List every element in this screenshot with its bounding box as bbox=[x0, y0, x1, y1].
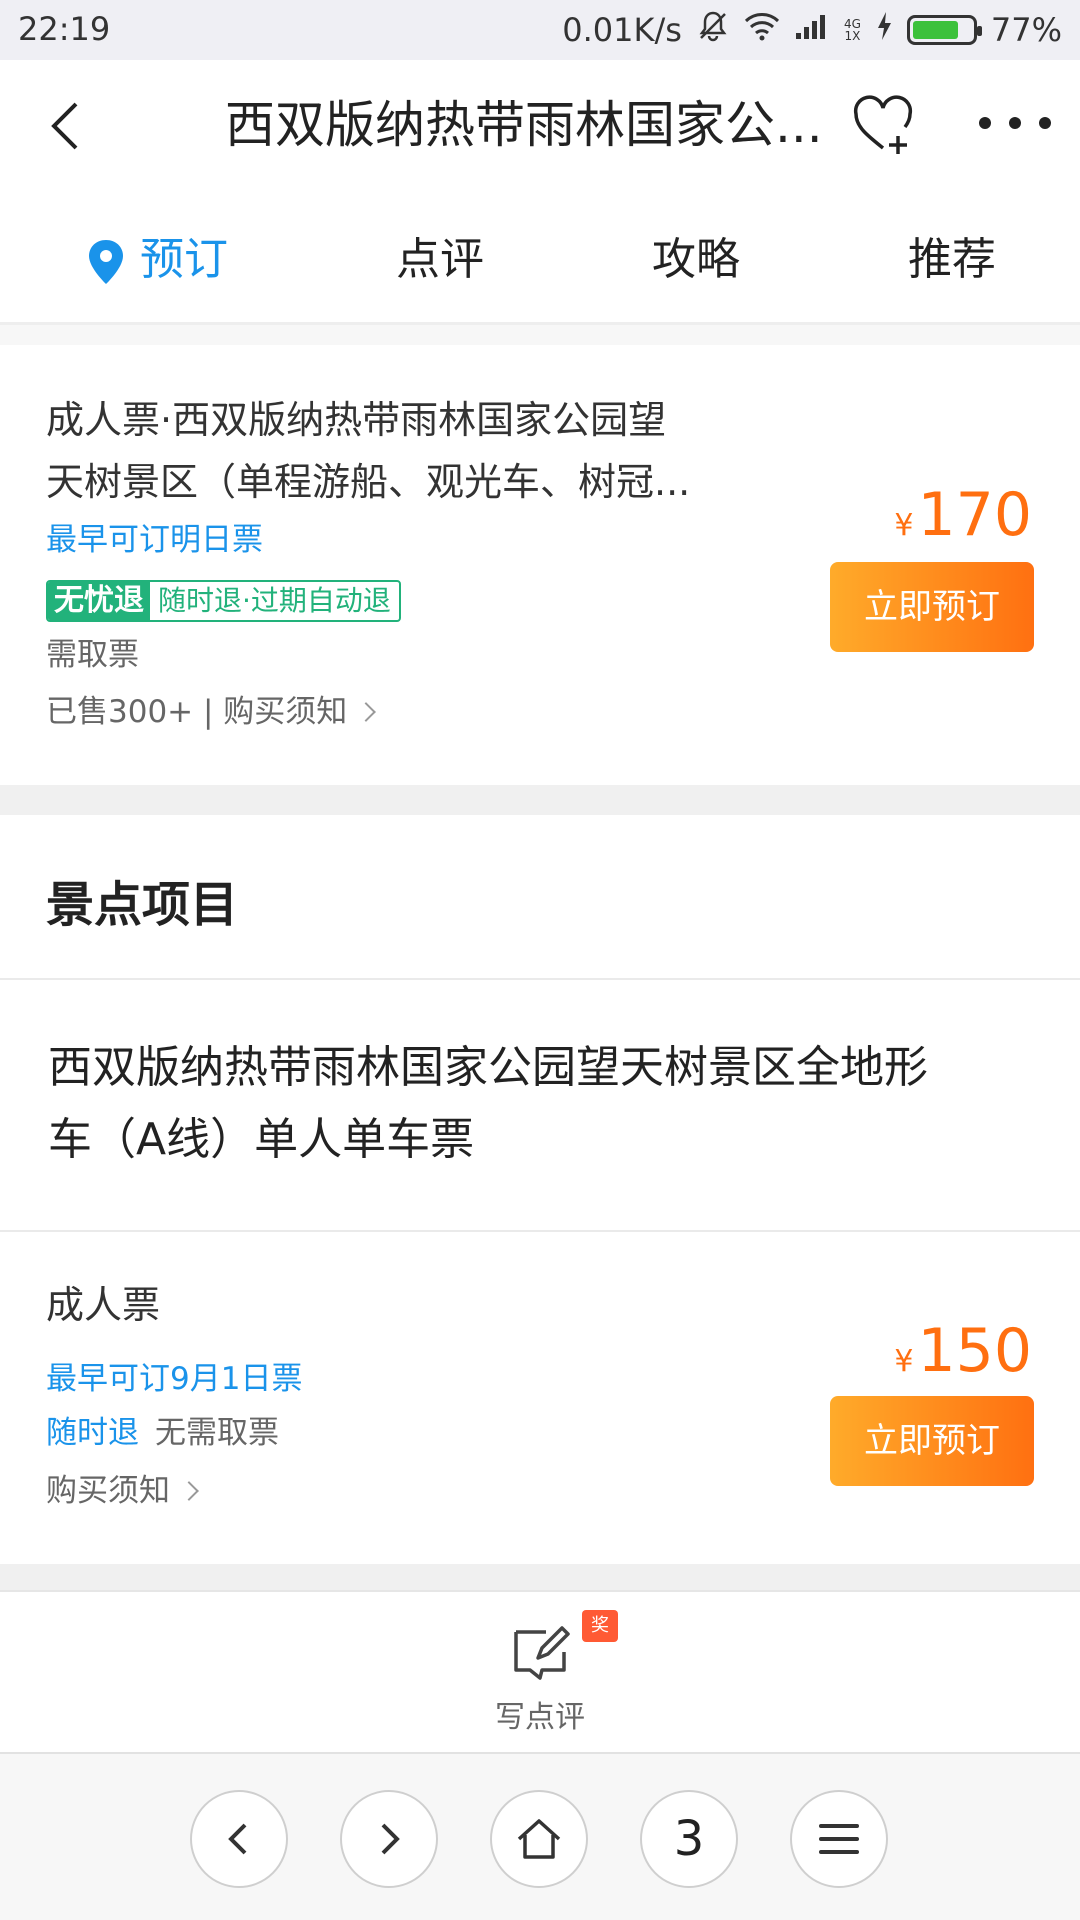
browser-forward-button[interactable] bbox=[340, 1790, 438, 1888]
attraction-item: 西双版纳热带雨林国家公园望天树景区全地形 车（A线）单人单车票 bbox=[0, 982, 1080, 1232]
earliest-booking: 最早可订明日票 bbox=[46, 522, 263, 558]
write-review-bar: 奖 写点评 bbox=[0, 1590, 1080, 1750]
section-heading: 景点项目 bbox=[46, 877, 239, 933]
network-speed: 0.01K/s bbox=[562, 11, 682, 49]
no-pickup: 无需取票 bbox=[155, 1415, 279, 1451]
write-review-button[interactable]: 奖 写点评 bbox=[440, 1592, 640, 1752]
ticket2-title: 成人票 bbox=[46, 1283, 161, 1327]
book-now-button-2[interactable]: 立即预订 bbox=[830, 1396, 1034, 1486]
signal-icon bbox=[794, 11, 830, 49]
browser-toolbar: 3 bbox=[0, 1752, 1080, 1920]
top-navbar: 西双版纳热带雨林国家公... bbox=[0, 60, 1080, 190]
pickup-info: 需取票 bbox=[46, 637, 139, 673]
location-pin-icon bbox=[89, 240, 123, 284]
status-time: 22:19 bbox=[18, 10, 111, 48]
status-right: 0.01K/s 4G 1X 77% bbox=[562, 10, 1062, 50]
ticket-card-2: 成人票 最早可订9月1日票 随时退 无需取票 购买须知 ¥150 立即预订 bbox=[0, 1234, 1080, 1564]
earliest-booking-2: 最早可订9月1日票 bbox=[46, 1361, 303, 1397]
browser-menu-button[interactable] bbox=[790, 1790, 888, 1888]
ticket2-price: ¥150 bbox=[894, 1316, 1032, 1397]
tab-booking[interactable]: 预订 bbox=[86, 230, 228, 290]
write-review-label: 写点评 bbox=[495, 1700, 585, 1735]
chevron-left-icon bbox=[51, 102, 78, 150]
tab-booking-label: 预订 bbox=[140, 234, 228, 285]
chevron-right-icon bbox=[356, 701, 377, 722]
mute-icon bbox=[696, 9, 730, 51]
section-gap bbox=[0, 1564, 1080, 1590]
book-now-button[interactable]: 立即预订 bbox=[830, 562, 1034, 652]
battery-fill bbox=[912, 21, 958, 39]
refund-anytime: 随时退 bbox=[46, 1415, 139, 1451]
ticket-card-1: 成人票·西双版纳热带雨林国家公园望 天树景区（单程游船、观光车、树冠... 最早… bbox=[0, 345, 1080, 785]
chevron-right-icon bbox=[381, 1823, 400, 1855]
home-icon bbox=[517, 1819, 561, 1859]
tab-guides[interactable]: 攻略 bbox=[652, 230, 740, 290]
back-button[interactable] bbox=[40, 90, 100, 160]
sold-notice-link[interactable]: 已售300+ | 购买须知 bbox=[46, 687, 377, 737]
sold-notice-text: 已售300+ | 购买须知 bbox=[46, 694, 348, 730]
browser-tabs-button[interactable]: 3 bbox=[640, 1790, 738, 1888]
browser-home-button[interactable] bbox=[490, 1790, 588, 1888]
purchase-notice-link[interactable]: 购买须知 bbox=[46, 1466, 199, 1516]
tab-recommend[interactable]: 推荐 bbox=[908, 230, 996, 290]
price-value: 150 bbox=[917, 1316, 1032, 1386]
battery-icon bbox=[906, 15, 982, 45]
price-value: 170 bbox=[917, 480, 1032, 550]
tab-reviews[interactable]: 点评 bbox=[396, 230, 484, 290]
charging-icon bbox=[875, 11, 893, 49]
ticket-price: ¥170 bbox=[894, 480, 1032, 561]
browser-back-button[interactable] bbox=[190, 1790, 288, 1888]
section-gap bbox=[0, 785, 1080, 815]
refund-info: 随时退 无需取票 bbox=[46, 1408, 279, 1458]
item-title-line2: 车（A线）单人单车票 bbox=[48, 1114, 475, 1165]
battery-percent: 77% bbox=[990, 11, 1062, 49]
more-dots-icon bbox=[979, 117, 1051, 129]
more-button[interactable] bbox=[975, 108, 1055, 138]
tab-bar: 预订 点评 攻略 推荐 bbox=[0, 190, 1080, 325]
badge-main: 无忧退 bbox=[48, 582, 150, 620]
network-type-bottom: 1X bbox=[844, 29, 861, 43]
refund-badge: 无忧退 随时退·过期自动退 bbox=[46, 580, 401, 622]
heart-add-icon bbox=[853, 95, 913, 154]
tab-count: 3 bbox=[673, 1811, 705, 1867]
item-title-line1: 西双版纳热带雨林国家公园望天树景区全地形 bbox=[48, 1042, 928, 1093]
edit-icon bbox=[514, 1626, 570, 1680]
status-bar: 22:19 0.01K/s 4G 1X 77% bbox=[0, 0, 1080, 60]
favorite-button[interactable] bbox=[848, 90, 918, 160]
currency-symbol: ¥ bbox=[894, 508, 914, 543]
currency-symbol: ¥ bbox=[894, 1344, 914, 1379]
award-badge: 奖 bbox=[582, 1610, 618, 1642]
divider bbox=[0, 325, 1080, 345]
wifi-icon bbox=[744, 11, 780, 49]
ticket-title-line1: 成人票·西双版纳热带雨林国家公园望 bbox=[46, 398, 667, 442]
badge-sub: 随时退·过期自动退 bbox=[158, 584, 391, 617]
chevron-left-icon bbox=[228, 1823, 247, 1855]
attraction-section-header: 景点项目 bbox=[0, 815, 1080, 980]
page-title: 西双版纳热带雨林国家公... bbox=[225, 96, 823, 154]
hamburger-menu-icon bbox=[819, 1824, 859, 1854]
ticket-title-line2: 天树景区（单程游船、观光车、树冠... bbox=[46, 460, 691, 504]
network-type: 4G 1X bbox=[844, 18, 861, 42]
purchase-notice-text: 购买须知 bbox=[46, 1473, 170, 1509]
chevron-right-icon bbox=[179, 1480, 199, 1501]
